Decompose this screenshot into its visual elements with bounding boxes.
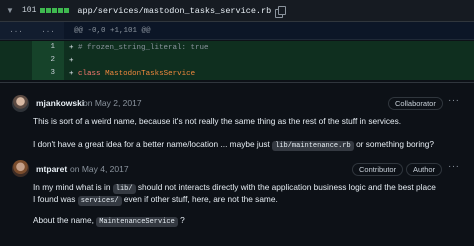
comment-text: even if other stuff, here, are not the s… bbox=[123, 194, 278, 204]
comment-date[interactable]: on May 2, 2017 bbox=[83, 98, 142, 108]
inline-code: MaintenanceService bbox=[96, 217, 178, 227]
old-line-number bbox=[0, 67, 32, 80]
contributor-badge: Contributor bbox=[352, 163, 404, 176]
diff-line[interactable]: 2 + bbox=[0, 54, 474, 67]
expand-up-gutter[interactable]: ... bbox=[0, 22, 32, 39]
author-badge: Author bbox=[406, 163, 443, 176]
file-header: ▼ 101 app/services/mastodon_tasks_servic… bbox=[0, 0, 474, 22]
diffstat-block bbox=[52, 8, 58, 13]
more-options-icon[interactable]: ··· bbox=[448, 161, 460, 172]
diff-line[interactable]: 1 + # frozen_string_literal: true bbox=[0, 41, 474, 54]
inline-code: services/ bbox=[77, 196, 122, 206]
new-line-number[interactable]: 2 bbox=[32, 54, 64, 67]
diff-code: + bbox=[64, 57, 74, 65]
old-line-number bbox=[0, 41, 32, 54]
comment-author[interactable]: mtparet bbox=[36, 164, 67, 174]
avatar[interactable] bbox=[12, 160, 29, 177]
comment-text: ? bbox=[180, 215, 185, 225]
code-comment: # frozen_string_literal: true bbox=[78, 43, 209, 52]
expand-down-gutter[interactable]: ... bbox=[32, 22, 64, 39]
comment-paragraph: I found was services/ even if other stuf… bbox=[33, 193, 278, 207]
comment-text: I found was bbox=[33, 194, 76, 204]
comment-author[interactable]: mjankowski bbox=[36, 98, 84, 108]
diffstat-block bbox=[46, 8, 52, 13]
more-options-icon[interactable]: ··· bbox=[448, 95, 460, 106]
review-thread: mjankowski on May 2, 2017 Collaborator ·… bbox=[0, 82, 474, 246]
diffstat-block bbox=[64, 8, 70, 13]
new-line-number[interactable]: 1 bbox=[32, 41, 64, 54]
old-line-number bbox=[0, 54, 32, 67]
diff-code: + class MastodonTasksService bbox=[64, 70, 195, 78]
comment-text: I don't have a great idea for a better n… bbox=[33, 139, 270, 149]
chevron-down-icon[interactable]: ▼ bbox=[6, 6, 16, 15]
diffstat-block bbox=[40, 8, 46, 13]
code-class-name: MastodonTasksService bbox=[105, 69, 196, 78]
new-line-number[interactable]: 3 bbox=[32, 67, 64, 80]
changed-lines-count: 101 bbox=[22, 6, 37, 15]
add-marker: + bbox=[69, 56, 74, 65]
comment-paragraph: This is sort of a weird name, because it… bbox=[33, 116, 402, 126]
comment-text: About the name, bbox=[33, 215, 94, 225]
diffstat-block bbox=[58, 8, 64, 13]
comment-text: or something boring? bbox=[356, 139, 435, 149]
hunk-header: ... ... @@ -0,0 +1,101 @@ bbox=[0, 22, 474, 40]
comment-text: should not interacts directly with the a… bbox=[137, 182, 436, 192]
diff-code: + # frozen_string_literal: true bbox=[64, 44, 209, 52]
collaborator-badge: Collaborator bbox=[388, 97, 443, 110]
diff-line[interactable]: 3 + class MastodonTasksService bbox=[0, 67, 474, 80]
comment-paragraph: About the name, MaintenanceService ? bbox=[33, 214, 185, 228]
comment-date[interactable]: on May 4, 2017 bbox=[70, 164, 129, 174]
add-marker: + bbox=[69, 43, 74, 52]
comment-paragraph: I don't have a great idea for a better n… bbox=[33, 138, 434, 152]
hunk-range: @@ -0,0 +1,101 @@ bbox=[74, 26, 151, 35]
copy-icon[interactable] bbox=[275, 5, 287, 18]
diffstat bbox=[40, 8, 70, 13]
file-path[interactable]: app/services/mastodon_tasks_service.rb bbox=[77, 6, 271, 16]
code-keyword: class bbox=[78, 69, 101, 78]
inline-code: lib/maintenance.rb bbox=[272, 141, 354, 151]
add-marker: + bbox=[69, 69, 74, 78]
comment-text: In my mind what is in bbox=[33, 182, 111, 192]
avatar[interactable] bbox=[12, 95, 29, 112]
